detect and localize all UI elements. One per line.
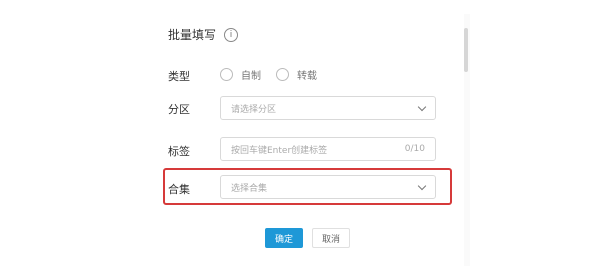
dialog-title: 批量填写 i — [168, 26, 239, 43]
radio-option-label: 自制 — [241, 71, 261, 82]
dialog-title-text: 批量填写 — [168, 28, 217, 42]
partition-placeholder: 请选择分区 — [231, 104, 277, 115]
collection-placeholder: 选择合集 — [231, 183, 268, 194]
tags-input[interactable]: 按回车键Enter创建标签 0/10 — [220, 137, 436, 161]
partition-label: 分区 — [168, 103, 190, 116]
type-label: 类型 — [168, 70, 190, 83]
tags-counter: 0/10 — [404, 144, 425, 154]
info-icon[interactable]: i — [224, 27, 239, 42]
batch-fill-dialog: 批量填写 i 类型 自制 转载 分区 请选择分区 标签 按回车键Enter创建标… — [0, 0, 600, 266]
tags-placeholder: 按回车键Enter创建标签 — [231, 145, 328, 156]
radio-circle-icon[interactable] — [220, 68, 233, 81]
radio-option-label: 转载 — [297, 71, 317, 82]
radio-option-repost[interactable]: 转载 — [276, 67, 317, 82]
partition-select[interactable]: 请选择分区 — [220, 96, 436, 120]
radio-option-original[interactable]: 自制 — [220, 67, 261, 82]
chevron-down-icon[interactable] — [417, 102, 427, 111]
chevron-down-icon[interactable] — [417, 181, 427, 190]
radio-circle-icon[interactable] — [276, 68, 289, 81]
collection-select[interactable]: 选择合集 — [220, 175, 436, 199]
confirm-button[interactable]: 确定 — [265, 228, 303, 248]
scrollbar-thumb[interactable] — [464, 28, 468, 72]
collection-label: 合集 — [168, 183, 190, 196]
tags-label: 标签 — [168, 145, 190, 158]
cancel-button[interactable]: 取消 — [312, 228, 350, 248]
